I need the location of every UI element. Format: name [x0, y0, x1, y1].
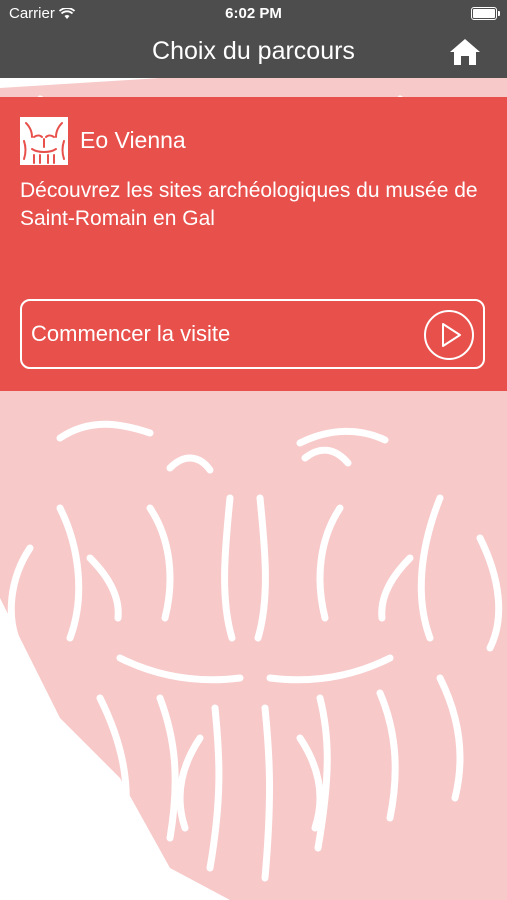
clock: 6:02 PM	[225, 5, 282, 22]
route-description: Découvrez les sites archéologiques du mu…	[20, 179, 478, 230]
start-visit-button[interactable]: Commencer la visite	[20, 299, 485, 369]
play-circle-icon	[424, 310, 474, 360]
status-bar: Carrier 6:02 PM	[0, 0, 507, 28]
route-name: Eo Vienna	[80, 127, 186, 153]
start-visit-label: Commencer la visite	[31, 321, 231, 346]
home-icon[interactable]	[449, 38, 481, 66]
battery-icon	[471, 7, 500, 20]
page-title: Choix du parcours	[152, 37, 355, 65]
route-card: Eo Vienna Découvrez les sites archéologi…	[0, 97, 507, 391]
navigation-bar: Choix du parcours	[0, 28, 507, 78]
mask-logo-icon	[20, 117, 68, 165]
